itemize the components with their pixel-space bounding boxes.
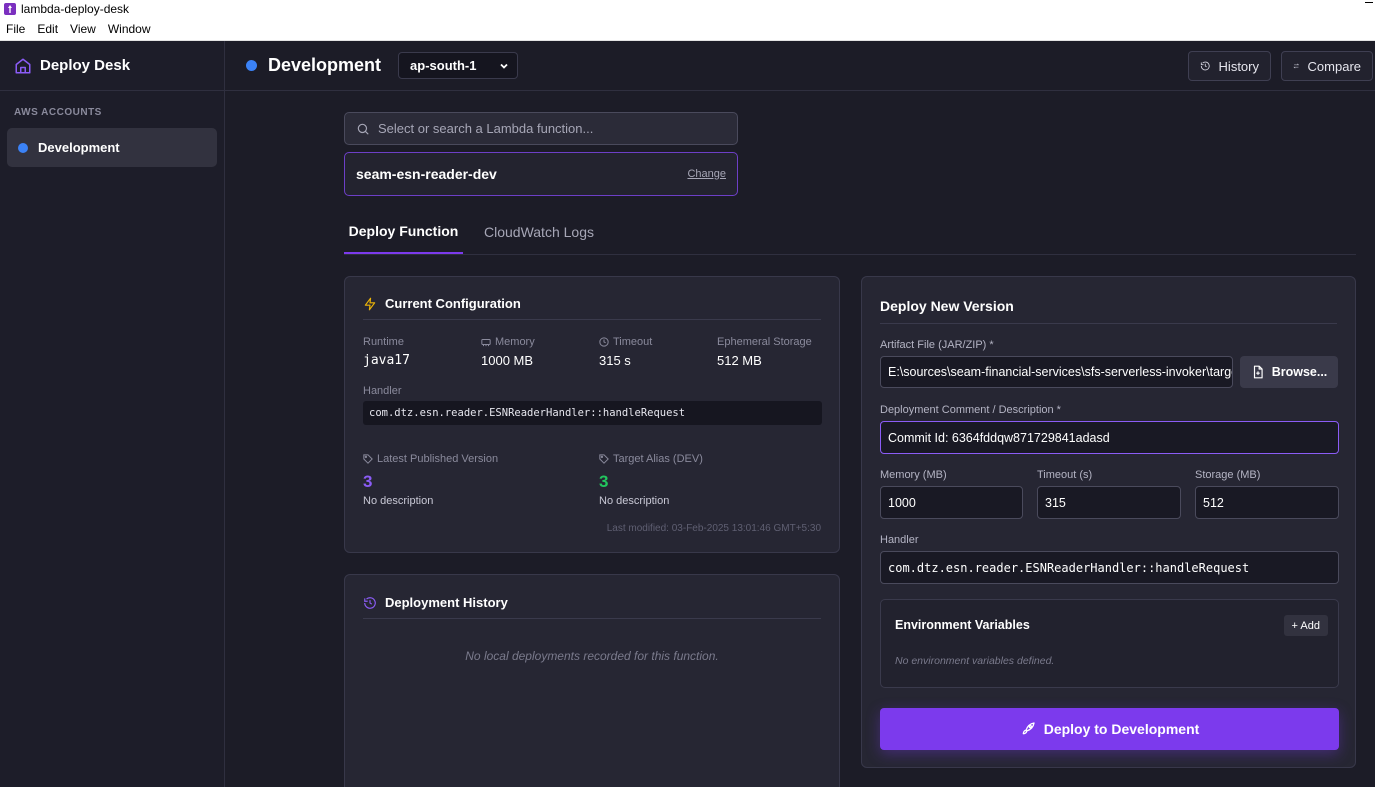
region-select[interactable]: ap-south-1	[398, 52, 519, 79]
storage-input[interactable]: 512	[1195, 486, 1339, 519]
memory-label: Memory	[481, 336, 535, 348]
storage-value: 512 MB	[717, 353, 762, 368]
last-modified: Last modified: 03-Feb-2025 13:01:46 GMT+…	[606, 523, 821, 534]
target-alias-label-text: Target Alias (DEV)	[613, 453, 703, 465]
environment-dot	[18, 142, 28, 153]
deployment-history-panel: Deployment History No local deployments …	[344, 574, 840, 787]
memory-chip-icon	[481, 339, 491, 347]
selected-function-card: seam-esn-reader-dev Change	[344, 152, 738, 196]
history-icon	[364, 596, 376, 609]
deployment-comment-input[interactable]: Commit Id: 6364fddqw871729841adasd	[880, 421, 1339, 454]
file-icon	[1253, 365, 1263, 379]
target-alias-description: No description	[599, 495, 670, 507]
compare-button[interactable]: Compare	[1281, 51, 1373, 81]
memory-label-text: Memory	[495, 336, 535, 348]
deploy-new-version-panel: Deploy New Version Artifact File (JAR/ZI…	[861, 276, 1356, 768]
tab-cloudwatch-logs[interactable]: CloudWatch Logs	[484, 210, 594, 254]
region-value: ap-south-1	[410, 58, 477, 73]
deployment-history-title: Deployment History	[363, 595, 508, 610]
panel-title-text: Deployment History	[385, 595, 508, 610]
header: Development ap-south-1 History Compare	[225, 41, 1375, 91]
home-icon	[15, 58, 31, 73]
timeout-value: 315 s	[599, 353, 631, 368]
lightning-icon	[364, 297, 376, 310]
deploy-title: Deploy New Version	[880, 298, 1014, 314]
minimize-icon[interactable]	[1365, 2, 1373, 3]
tag-icon	[363, 454, 373, 464]
tag-icon	[599, 454, 609, 464]
search-placeholder: Select or search a Lambda function...	[378, 121, 594, 136]
handler-value: com.dtz.esn.reader.ESNReaderHandler::han…	[363, 401, 822, 425]
function-search-input[interactable]: Select or search a Lambda function...	[344, 112, 738, 145]
memory-value: 1000 MB	[481, 353, 534, 368]
panel-title-text: Current Configuration	[385, 296, 521, 311]
handler-input[interactable]: com.dtz.esn.reader.ESNReaderHandler::han…	[880, 551, 1339, 584]
latest-version-description: No description	[363, 495, 434, 507]
clock-icon	[599, 337, 609, 347]
menubar: File Edit View Window	[0, 18, 1375, 41]
search-icon	[357, 123, 369, 135]
environment-variables-box: Environment Variables + Add No environme…	[880, 599, 1339, 688]
history-label: History	[1218, 58, 1259, 74]
swap-icon	[1293, 63, 1300, 69]
storage-input-label: Storage (MB)	[1195, 469, 1261, 481]
history-empty-message: No local deployments recorded for this f…	[465, 649, 719, 663]
history-button[interactable]: History	[1188, 51, 1271, 81]
sidebar: Deploy Desk AWS ACCOUNTS Development	[0, 41, 225, 787]
latest-version-number: 3	[363, 472, 373, 491]
divider	[363, 319, 821, 320]
comment-label: Deployment Comment / Description *	[880, 404, 1061, 416]
latest-version-label-text: Latest Published Version	[377, 453, 499, 465]
browse-button[interactable]: Browse...	[1240, 356, 1338, 388]
timeout-label-text: Timeout	[613, 336, 653, 348]
memory-input[interactable]: 1000	[880, 486, 1023, 519]
env-vars-empty-message: No environment variables defined.	[895, 655, 1055, 667]
add-env-var-button[interactable]: + Add	[1283, 615, 1328, 636]
divider	[880, 323, 1337, 324]
rocket-icon	[1022, 722, 1035, 735]
tab-deploy-function[interactable]: Deploy Function	[344, 210, 463, 254]
browse-label: Browse...	[1271, 365, 1328, 379]
storage-label: Ephemeral Storage	[717, 336, 812, 348]
compare-label: Compare	[1307, 58, 1361, 74]
brand: Deploy Desk	[0, 41, 224, 91]
menu-window[interactable]: Window	[108, 22, 151, 36]
handler-input-label: Handler	[880, 534, 919, 546]
window-titlebar: lambda-deploy-desk	[0, 0, 1375, 18]
runtime-label: Runtime	[363, 336, 404, 348]
target-alias-number: 3	[599, 472, 609, 491]
brand-name: Deploy Desk	[40, 57, 131, 74]
memory-input-label: Memory (MB)	[880, 469, 947, 481]
window-title: lambda-deploy-desk	[21, 2, 130, 16]
app-icon	[4, 3, 16, 15]
deploy-button-label: Deploy to Development	[1043, 721, 1200, 737]
timeout-input-label: Timeout (s)	[1037, 469, 1093, 481]
artifact-file-input[interactable]: E:\sources\seam-financial-services\sfs-s…	[880, 356, 1233, 388]
timeout-label: Timeout	[599, 336, 652, 348]
page-title: Development	[268, 55, 382, 75]
tab-bar: Deploy Function CloudWatch Logs	[344, 210, 1356, 255]
timeout-input[interactable]: 315	[1037, 486, 1181, 519]
current-configuration-title: Current Configuration	[363, 296, 521, 311]
sidebar-section-label: AWS ACCOUNTS	[14, 107, 102, 118]
handler-label: Handler	[363, 385, 402, 397]
environment-dot	[246, 60, 257, 71]
env-vars-title: Environment Variables	[895, 618, 1030, 632]
menu-view[interactable]: View	[70, 22, 96, 36]
sidebar-item-development[interactable]: Development	[7, 128, 217, 167]
deploy-button[interactable]: Deploy to Development	[880, 708, 1339, 750]
sidebar-item-label: Development	[38, 140, 120, 155]
divider	[363, 618, 821, 619]
menu-edit[interactable]: Edit	[37, 22, 58, 36]
runtime-value: java17	[363, 353, 410, 368]
current-configuration-panel: Current Configuration Runtime java17 Mem…	[344, 276, 840, 553]
menu-file[interactable]: File	[6, 22, 25, 36]
chevron-down-icon	[500, 63, 508, 69]
function-name: seam-esn-reader-dev	[356, 166, 497, 182]
change-function-link[interactable]: Change	[687, 168, 726, 180]
target-alias-label: Target Alias (DEV)	[599, 453, 703, 465]
history-icon	[1200, 61, 1210, 71]
artifact-label: Artifact File (JAR/ZIP) *	[880, 339, 994, 351]
latest-version-label: Latest Published Version	[363, 453, 498, 465]
